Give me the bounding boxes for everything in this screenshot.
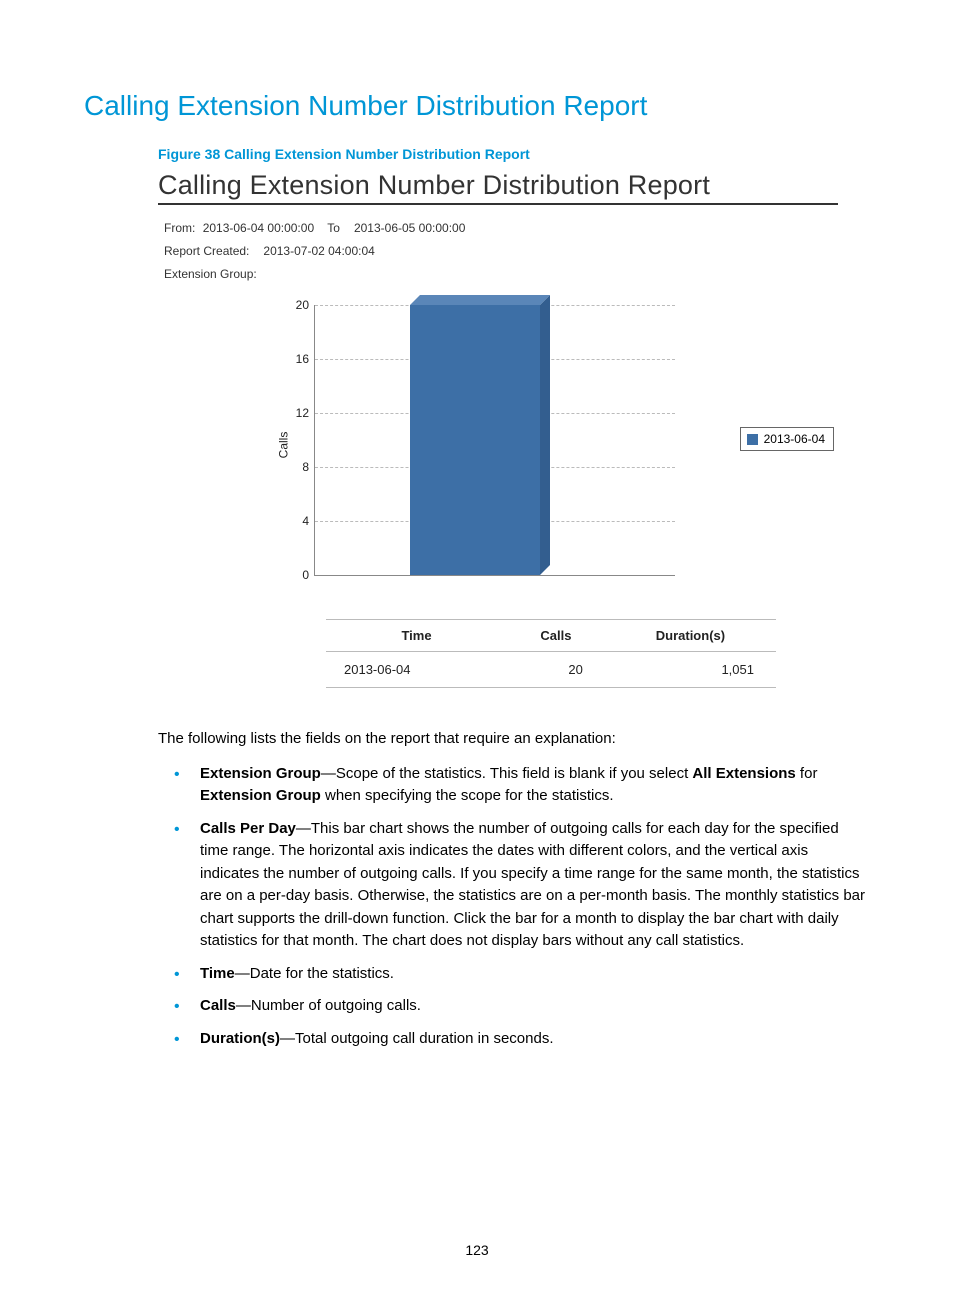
list-item: Time—Date for the statistics. xyxy=(194,963,866,986)
list-item: Calls Per Day—This bar chart shows the n… xyxy=(194,818,866,953)
summary-table: Time Calls Duration(s) 2013-06-04201,051 xyxy=(326,619,776,688)
cell-calls: 20 xyxy=(507,652,605,688)
report-meta: From: 2013-06-04 00:00:00 To 2013-06-05 … xyxy=(164,217,838,285)
table-row: 2013-06-04201,051 xyxy=(326,652,776,688)
th-duration: Duration(s) xyxy=(605,620,776,652)
intro-text: The following lists the fields on the re… xyxy=(158,728,874,751)
chart-bar xyxy=(410,295,550,575)
y-axis-label: Calls xyxy=(276,432,290,459)
list-item: Extension Group—Scope of the statistics.… xyxy=(194,763,866,808)
page-title: Calling Extension Number Distribution Re… xyxy=(84,90,874,122)
legend-swatch xyxy=(747,434,758,445)
th-calls: Calls xyxy=(507,620,605,652)
from-label: From: xyxy=(164,221,195,235)
field-term: Duration(s) xyxy=(200,1030,280,1047)
inline-bold: Extension Group xyxy=(200,787,321,804)
y-tick: 0 xyxy=(287,568,309,582)
y-tick: 16 xyxy=(287,352,309,366)
list-item: Duration(s)—Total outgoing call duration… xyxy=(194,1028,866,1051)
y-tick: 4 xyxy=(287,514,309,528)
ext-group-label: Extension Group: xyxy=(164,267,257,281)
field-term: Calls xyxy=(200,997,236,1014)
list-item: Calls—Number of outgoing calls. xyxy=(194,995,866,1018)
cell-duration: 1,051 xyxy=(605,652,776,688)
created-value: 2013-07-02 04:00:04 xyxy=(263,244,374,258)
th-time: Time xyxy=(326,620,507,652)
field-list: Extension Group—Scope of the statistics.… xyxy=(158,763,874,1051)
y-tick: 12 xyxy=(287,406,309,420)
field-term: Time xyxy=(200,965,235,982)
field-term: Calls Per Day xyxy=(200,820,296,837)
to-label: To xyxy=(327,221,340,235)
created-label: Report Created: xyxy=(164,244,249,258)
to-value: 2013-06-05 00:00:00 xyxy=(354,221,465,235)
chart-legend: 2013-06-04 xyxy=(740,427,834,451)
figure-caption: Figure 38 Calling Extension Number Distr… xyxy=(158,146,874,162)
field-term: Extension Group xyxy=(200,765,321,782)
legend-label: 2013-06-04 xyxy=(764,432,825,446)
y-tick: 20 xyxy=(287,298,309,312)
calls-bar-chart: Calls 048121620 2013-06-04 xyxy=(272,295,812,595)
page-number: 123 xyxy=(0,1242,954,1258)
report-figure: Calling Extension Number Distribution Re… xyxy=(158,170,838,688)
cell-time: 2013-06-04 xyxy=(326,652,507,688)
inline-bold: All Extensions xyxy=(692,765,795,782)
report-title: Calling Extension Number Distribution Re… xyxy=(158,170,838,205)
y-tick: 8 xyxy=(287,460,309,474)
from-value: 2013-06-04 00:00:00 xyxy=(203,221,314,235)
